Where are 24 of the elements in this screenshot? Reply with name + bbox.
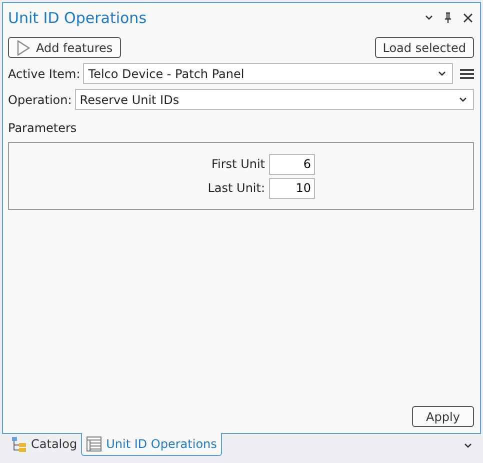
number-field[interactable]: 10 [269, 178, 315, 198]
pane-tab[interactable]: Catalog [7, 433, 82, 455]
parameters-heading: Parameters [8, 121, 78, 135]
pane-tab[interactable]: Unit ID Operations [81, 433, 222, 456]
operation-dropdown[interactable]: Reserve Unit IDs [74, 89, 474, 110]
folder-tree-icon [11, 436, 27, 452]
pane-title: Unit ID Operations [8, 9, 148, 27]
field-label: First Unit [210, 157, 265, 171]
chevron-down-icon[interactable] [463, 442, 473, 450]
chevron-down-icon[interactable] [424, 14, 434, 22]
pin-icon[interactable] [443, 12, 453, 24]
table-icon [86, 436, 102, 452]
add-features-button[interactable]: Add features [8, 37, 121, 58]
operation-label: Operation: [8, 92, 72, 106]
number-field[interactable]: 6 [269, 154, 315, 174]
close-icon[interactable] [462, 12, 474, 24]
active-item-label: Active Item: [8, 66, 80, 80]
chevron-down-icon [437, 70, 447, 78]
apply-button[interactable]: Apply [412, 406, 474, 427]
active-item-dropdown[interactable]: Telco Device - Patch Panel [83, 63, 453, 84]
load-selected-button[interactable]: Load selected [374, 37, 474, 58]
chevron-down-icon [458, 96, 468, 104]
field-label: Last Unit: [206, 181, 265, 195]
menu-icon[interactable] [460, 68, 474, 80]
